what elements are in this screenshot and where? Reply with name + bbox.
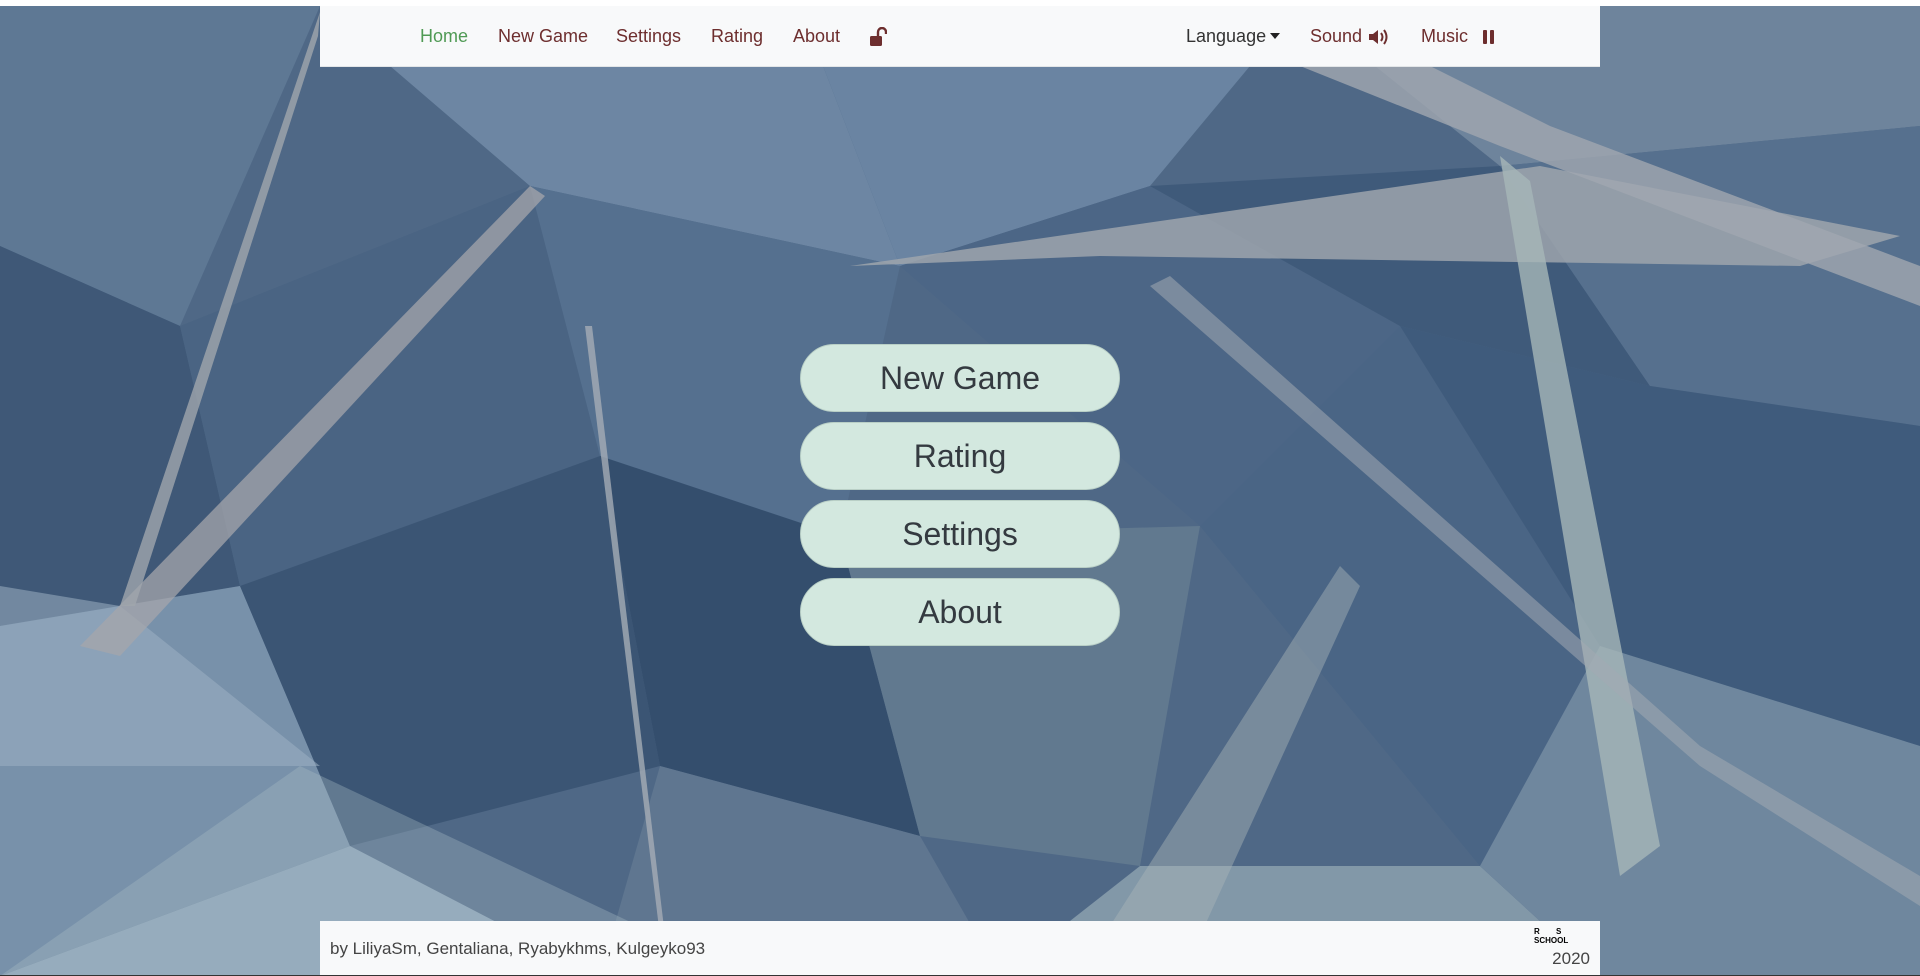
sound-label: Sound	[1310, 26, 1363, 46]
svg-text:SCHOOL: SCHOOL	[1534, 936, 1568, 945]
svg-text:R: R	[1534, 927, 1540, 936]
sound-toggle[interactable]: Sound	[1310, 6, 1391, 66]
footer: by LiliyaSm, Gentaliana, Ryabykhms, Kulg…	[320, 921, 1600, 976]
caret-down-icon	[1270, 33, 1281, 39]
settings-button[interactable]: Settings	[800, 500, 1120, 568]
pause-icon	[1483, 30, 1495, 45]
nav-settings-link[interactable]: Settings	[616, 6, 681, 66]
nav-rating-link[interactable]: Rating	[711, 6, 763, 66]
language-label: Language	[1186, 26, 1267, 46]
authors-text: by LiliyaSm, Gentaliana, Ryabykhms, Kulg…	[330, 939, 706, 958]
nav-about-link[interactable]: About	[793, 6, 840, 66]
footer-year: 2020	[1552, 949, 1590, 968]
nav-home-link[interactable]: Home	[420, 6, 468, 66]
nav-new-game-link[interactable]: New Game	[498, 6, 588, 66]
volume-icon	[1369, 29, 1388, 45]
music-toggle[interactable]: Music	[1421, 6, 1499, 66]
language-dropdown[interactable]: Language	[1186, 6, 1281, 66]
about-button[interactable]: About	[800, 578, 1120, 646]
music-label: Music	[1421, 26, 1469, 46]
svg-text:S: S	[1556, 927, 1562, 936]
top-navbar: Home New Game Settings Rating About Lang…	[320, 6, 1600, 67]
unlock-icon[interactable]	[869, 6, 887, 66]
main-menu: New Game Rating Settings About	[800, 344, 1120, 656]
new-game-button[interactable]: New Game	[800, 344, 1120, 412]
rs-school-logo[interactable]: R S SCHOOL	[1534, 926, 1576, 946]
rating-button[interactable]: Rating	[800, 422, 1120, 490]
